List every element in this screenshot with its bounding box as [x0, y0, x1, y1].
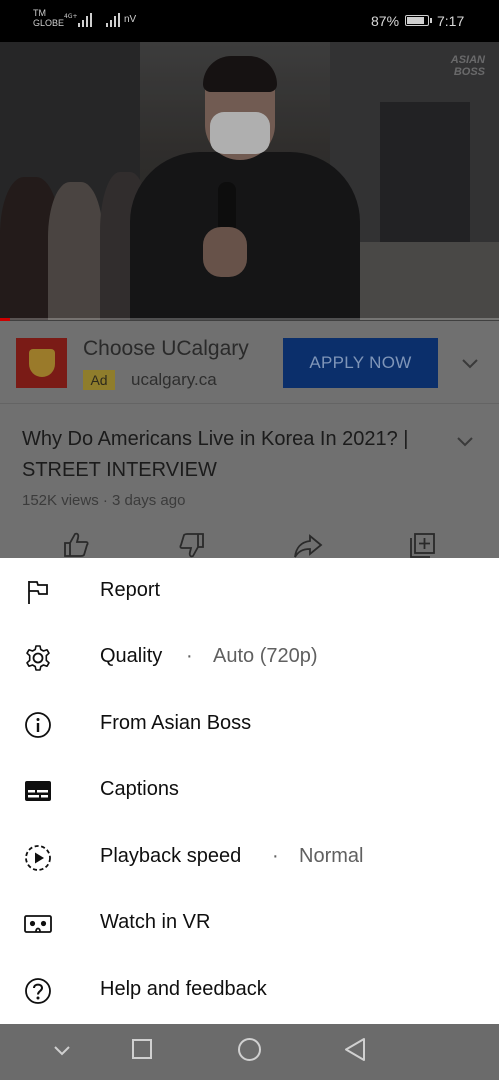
menu-item-label: Report	[100, 579, 161, 601]
flag-icon	[28, 581, 48, 604]
chevron-down-icon[interactable]	[52, 1043, 72, 1059]
signal-strength-icon-2	[106, 13, 120, 27]
share-icon[interactable]	[293, 534, 323, 558]
recent-apps-icon[interactable]	[131, 1038, 153, 1060]
menu-item-label: Watch in VR	[100, 911, 211, 933]
help-icon	[25, 978, 51, 1004]
menu-item-label: Playback speed	[100, 845, 242, 867]
back-icon[interactable]	[343, 1037, 367, 1062]
ad-badge: Ad	[83, 370, 115, 390]
menu-item-separator: ·	[186, 645, 193, 667]
carrier-line-2: GLOBE	[33, 18, 65, 28]
apply-now-button[interactable]: APPLY NOW	[283, 338, 438, 388]
playback-speed-icon	[25, 845, 51, 871]
ad-domain: ucalgary.ca	[131, 370, 217, 389]
menu-item-playback-speed[interactable]: Playback speed · Normal	[0, 825, 499, 891]
playback-speed-value: Normal	[299, 845, 364, 867]
video-meta: 152K views · 3 days ago	[22, 492, 186, 509]
like-icon[interactable]	[62, 531, 90, 557]
video-page-dimmed: Choose UCalgary Ad ucalgary.ca APPLY NOW…	[0, 321, 499, 558]
video-title[interactable]: Why Do Americans Live in Korea In 2021? …	[22, 424, 442, 486]
vr-icon	[24, 915, 52, 933]
battery-cap	[430, 18, 432, 23]
crest-icon	[28, 349, 55, 377]
home-icon[interactable]	[237, 1037, 262, 1062]
signal-strength-icon: 4G+	[64, 13, 92, 27]
ad-title[interactable]: Choose UCalgary	[83, 337, 249, 361]
video-dim-overlay	[0, 42, 499, 320]
captions-icon	[25, 781, 51, 801]
status-bar: TM GLOBE 4G+ nV 87% 7:17	[0, 0, 499, 42]
gear-icon	[26, 645, 50, 671]
save-to-playlist-icon[interactable]	[408, 532, 436, 560]
menu-item-channel-info[interactable]: From Asian Boss	[0, 692, 499, 758]
clock: 7:17	[437, 13, 465, 29]
battery-fill	[407, 17, 424, 24]
menu-item-separator: ·	[272, 845, 279, 867]
chevron-down-icon[interactable]	[459, 352, 481, 374]
menu-item-quality[interactable]: Quality · Auto (720p)	[0, 625, 499, 691]
carrier-line-1: TM	[33, 8, 46, 18]
menu-item-label: From Asian Boss	[100, 712, 252, 734]
video-player[interactable]: ASIAN BOSS	[0, 42, 499, 320]
network-label: nV	[124, 14, 137, 25]
menu-item-report[interactable]: Report	[0, 559, 499, 625]
system-nav-bar	[0, 1024, 499, 1080]
menu-item-label: Help and feedback	[100, 978, 267, 1000]
more-options-sheet: Report Quality · Auto (720p) From Asian …	[0, 558, 499, 1024]
dislike-icon[interactable]	[178, 533, 206, 559]
menu-item-label: Quality	[100, 645, 163, 667]
info-icon	[25, 712, 51, 738]
ad-banner[interactable]: Choose UCalgary Ad ucalgary.ca APPLY NOW	[0, 321, 499, 403]
network-type-label: 4G+	[64, 13, 78, 20]
advertiser-logo	[16, 338, 67, 388]
menu-item-watch-in-vr[interactable]: Watch in VR	[0, 891, 499, 957]
menu-item-captions[interactable]: Captions	[0, 758, 499, 824]
divider	[0, 403, 499, 404]
battery-percent: 87%	[371, 13, 400, 29]
menu-item-label: Captions	[100, 778, 179, 800]
battery-icon	[405, 15, 429, 26]
carrier-label: TM GLOBE	[33, 8, 64, 28]
menu-item-help-feedback[interactable]: Help and feedback	[0, 958, 499, 1024]
expand-description-chevron-icon[interactable]	[455, 431, 475, 451]
quality-value: Auto (720p)	[213, 645, 318, 667]
